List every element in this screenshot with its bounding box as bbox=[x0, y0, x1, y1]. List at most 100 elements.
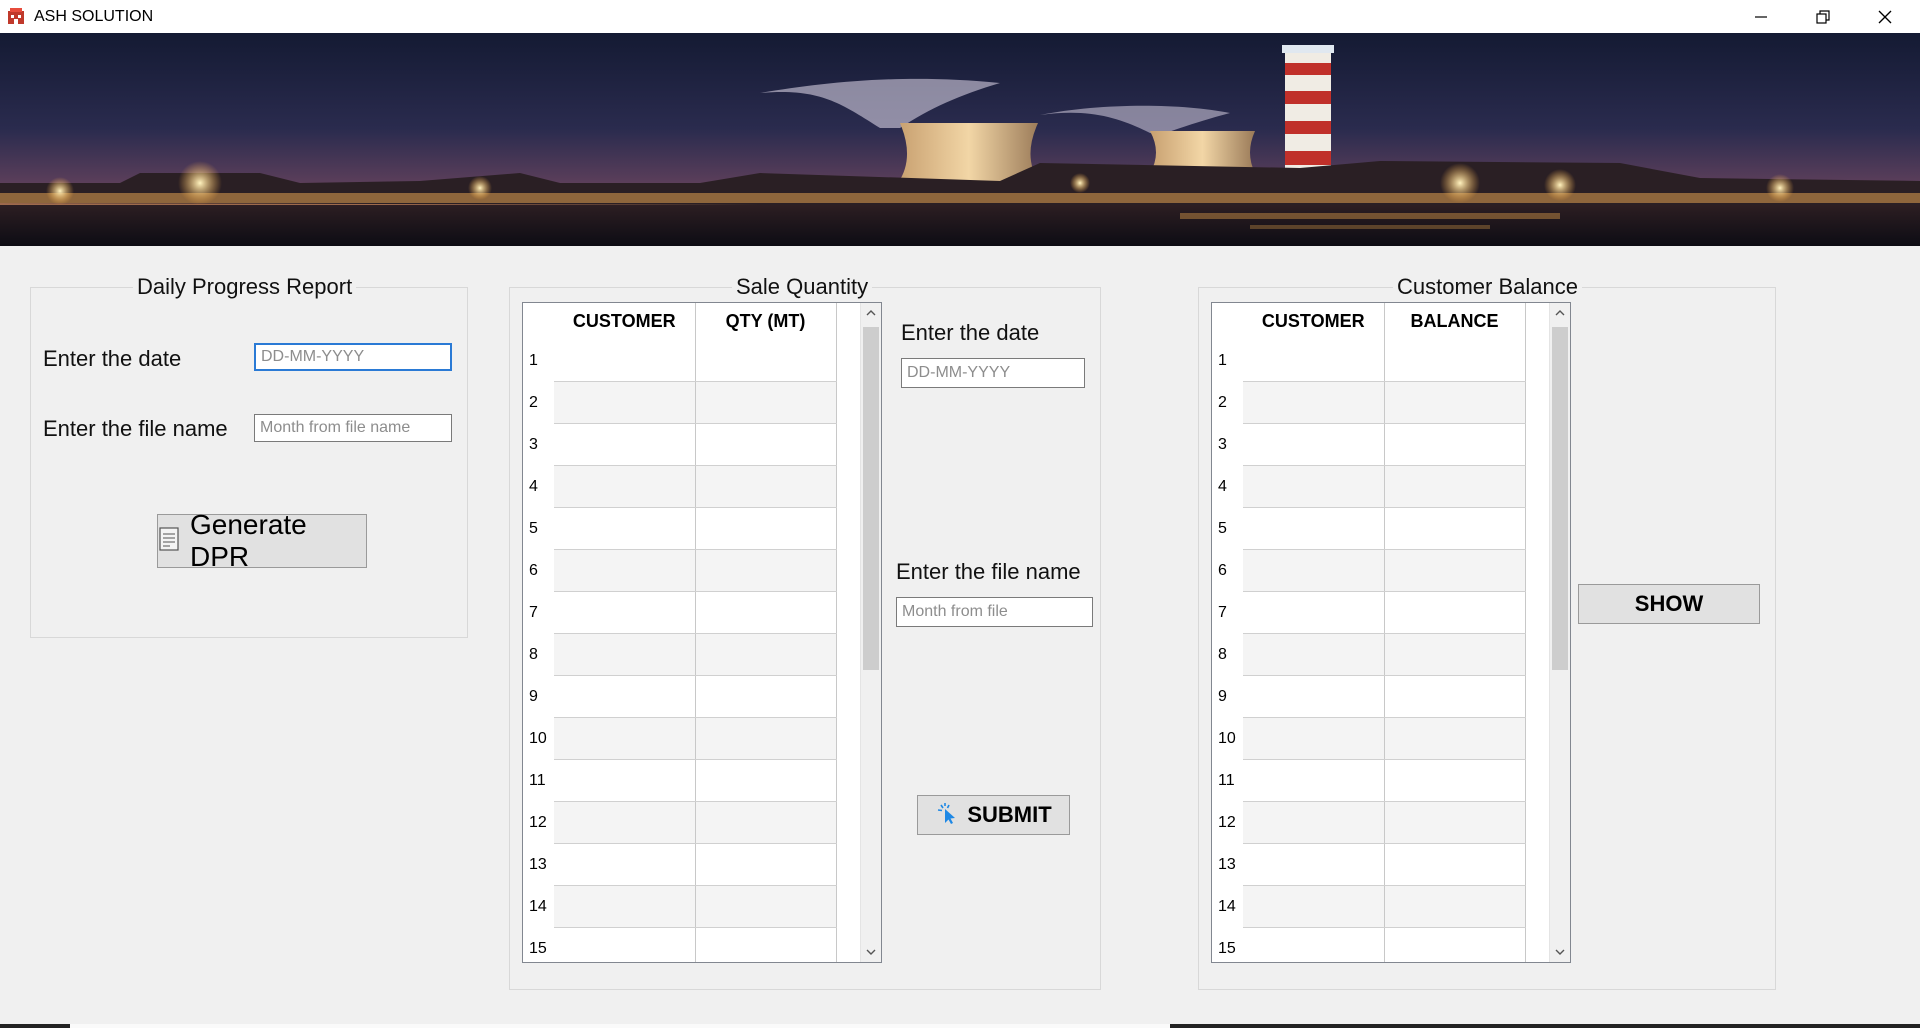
sale-cell[interactable] bbox=[554, 675, 696, 718]
show-button[interactable]: SHOW bbox=[1578, 584, 1760, 624]
dpr-title: Daily Progress Report bbox=[133, 274, 357, 300]
generate-dpr-button[interactable]: Generate DPR bbox=[157, 509, 367, 572]
sale-grid[interactable]: CUSTOMER QTY (MT) 1 2 3 4 5 6 7 8 9 10 1… bbox=[522, 302, 882, 963]
balance-cell[interactable] bbox=[1243, 381, 1385, 424]
sale-cell[interactable] bbox=[695, 549, 837, 592]
minimize-icon bbox=[1755, 15, 1767, 18]
dpr-file-input[interactable] bbox=[254, 414, 452, 442]
sale-cell[interactable] bbox=[695, 507, 837, 550]
sale-cell[interactable] bbox=[554, 423, 696, 466]
balance-cell[interactable] bbox=[1384, 465, 1526, 508]
sale-cell[interactable] bbox=[554, 927, 696, 962]
submit-button[interactable]: SUBMIT bbox=[917, 795, 1070, 835]
chevron-up-icon[interactable] bbox=[1550, 303, 1570, 323]
balance-cell[interactable] bbox=[1243, 423, 1385, 466]
submit-label: SUBMIT bbox=[967, 802, 1052, 827]
sale-cell[interactable] bbox=[554, 549, 696, 592]
sale-cell[interactable] bbox=[554, 381, 696, 424]
sale-cell[interactable] bbox=[554, 801, 696, 844]
sale-cell[interactable] bbox=[695, 340, 837, 382]
sale-col-qty[interactable]: QTY (MT) bbox=[695, 303, 837, 340]
sale-date-input[interactable] bbox=[901, 358, 1085, 388]
balance-grid[interactable]: CUSTOMER BALANCE 1 2 3 4 5 6 7 8 9 10 11… bbox=[1211, 302, 1571, 963]
balance-cell[interactable] bbox=[1243, 885, 1385, 928]
sale-cell[interactable] bbox=[695, 843, 837, 886]
sale-scrollbar[interactable] bbox=[860, 303, 881, 962]
chevron-down-icon[interactable] bbox=[1550, 942, 1570, 962]
minimize-button[interactable] bbox=[1730, 0, 1792, 33]
row-number: 11 bbox=[529, 771, 546, 789]
balance-cell[interactable] bbox=[1384, 381, 1526, 424]
balance-cell[interactable] bbox=[1243, 801, 1385, 844]
sale-cell[interactable] bbox=[695, 927, 837, 962]
chevron-up-icon[interactable] bbox=[861, 303, 881, 323]
row-number: 11 bbox=[1218, 771, 1235, 789]
sale-cell[interactable] bbox=[554, 591, 696, 634]
balance-cell[interactable] bbox=[1243, 843, 1385, 886]
balance-scroll-thumb[interactable] bbox=[1552, 327, 1568, 670]
sale-cell[interactable] bbox=[695, 801, 837, 844]
balance-cell[interactable] bbox=[1384, 927, 1526, 962]
document-icon bbox=[158, 526, 182, 557]
balance-cell[interactable] bbox=[1243, 507, 1385, 550]
balance-cell[interactable] bbox=[1384, 885, 1526, 928]
row-number: 3 bbox=[529, 435, 538, 453]
balance-cell[interactable] bbox=[1243, 675, 1385, 718]
sale-cell[interactable] bbox=[695, 885, 837, 928]
balance-cell[interactable] bbox=[1384, 423, 1526, 466]
balance-cell[interactable] bbox=[1384, 801, 1526, 844]
restore-button[interactable] bbox=[1792, 0, 1854, 33]
balance-cell[interactable] bbox=[1243, 759, 1385, 802]
balance-cell[interactable] bbox=[1243, 549, 1385, 592]
sale-scroll-thumb[interactable] bbox=[863, 327, 879, 670]
row-number: 10 bbox=[1218, 729, 1236, 747]
balance-cell[interactable] bbox=[1243, 633, 1385, 676]
sale-cell[interactable] bbox=[554, 759, 696, 802]
row-number: 7 bbox=[529, 603, 538, 621]
balance-cell[interactable] bbox=[1243, 591, 1385, 634]
balance-cell[interactable] bbox=[1384, 759, 1526, 802]
row-number: 7 bbox=[1218, 603, 1227, 621]
balance-cell[interactable] bbox=[1243, 927, 1385, 962]
sale-cell[interactable] bbox=[554, 885, 696, 928]
dpr-date-input[interactable] bbox=[254, 343, 452, 371]
sale-cell[interactable] bbox=[695, 465, 837, 508]
balance-col-balance[interactable]: BALANCE bbox=[1384, 303, 1526, 340]
balance-cell[interactable] bbox=[1384, 549, 1526, 592]
balance-cell[interactable] bbox=[1384, 591, 1526, 634]
sale-cell[interactable] bbox=[554, 465, 696, 508]
sale-cell[interactable] bbox=[554, 507, 696, 550]
balance-cell[interactable] bbox=[1243, 340, 1385, 382]
sale-file-input[interactable] bbox=[896, 597, 1093, 627]
sale-cell[interactable] bbox=[695, 633, 837, 676]
balance-cell[interactable] bbox=[1243, 717, 1385, 760]
sale-col-customer[interactable]: CUSTOMER bbox=[554, 303, 696, 340]
balance-cell[interactable] bbox=[1384, 717, 1526, 760]
sale-cell[interactable] bbox=[554, 717, 696, 760]
balance-cell[interactable] bbox=[1384, 507, 1526, 550]
balance-scrollbar[interactable] bbox=[1549, 303, 1570, 962]
close-button[interactable] bbox=[1854, 0, 1916, 33]
sale-cell[interactable] bbox=[554, 843, 696, 886]
sale-cell[interactable] bbox=[695, 591, 837, 634]
balance-cell[interactable] bbox=[1384, 633, 1526, 676]
balance-col-customer[interactable]: CUSTOMER bbox=[1243, 303, 1385, 340]
sale-cell[interactable] bbox=[695, 675, 837, 718]
row-number: 13 bbox=[529, 855, 547, 873]
balance-cell[interactable] bbox=[1384, 340, 1526, 382]
row-number: 12 bbox=[1218, 813, 1236, 831]
sale-cell[interactable] bbox=[554, 633, 696, 676]
row-number: 2 bbox=[1218, 393, 1227, 411]
balance-cell[interactable] bbox=[1243, 465, 1385, 508]
row-number: 5 bbox=[1218, 519, 1227, 537]
title-bar: ASH SOLUTION bbox=[0, 0, 1920, 33]
sale-date-label: Enter the date bbox=[901, 320, 1040, 345]
sale-cell[interactable] bbox=[695, 759, 837, 802]
chevron-down-icon[interactable] bbox=[861, 942, 881, 962]
sale-cell[interactable] bbox=[695, 381, 837, 424]
sale-cell[interactable] bbox=[695, 423, 837, 466]
sale-cell[interactable] bbox=[554, 340, 696, 382]
balance-cell[interactable] bbox=[1384, 675, 1526, 718]
sale-cell[interactable] bbox=[695, 717, 837, 760]
balance-cell[interactable] bbox=[1384, 843, 1526, 886]
